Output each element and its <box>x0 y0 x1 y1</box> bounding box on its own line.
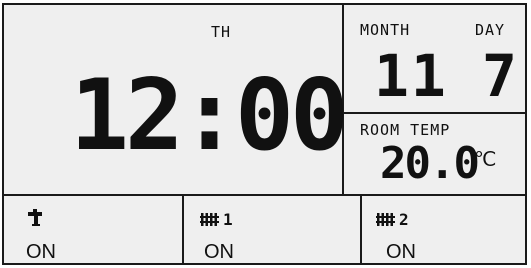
weekday-label: TH <box>211 23 232 41</box>
divider-bottom-1 <box>182 194 184 265</box>
zone-number-2: 2 <box>399 210 410 229</box>
divider-horizontal-bottom <box>4 194 527 196</box>
radiator-icon <box>200 211 222 227</box>
day-value: 7 <box>482 42 517 110</box>
month-label: MONTH <box>360 21 411 39</box>
faucet-icon <box>26 209 46 227</box>
month-value: 11 <box>374 42 448 110</box>
zone-number-1: 1 <box>223 210 234 229</box>
zone-status-hot-water: ON <box>26 241 56 263</box>
room-temp-label: ROOM TEMP <box>360 121 451 139</box>
room-temp-value: 20.0 <box>380 138 480 189</box>
temp-unit: ℃ <box>474 147 497 171</box>
lcd-display: TH 12:00 MONTH DAY 11 7 ROOM TEMP 20.0 ℃… <box>2 3 527 265</box>
radiator-icon <box>376 211 398 227</box>
zone-status-radiator-1: ON <box>204 241 234 263</box>
zone-status-radiator-2: ON <box>386 241 416 263</box>
clock-time: 12:00 <box>70 59 349 173</box>
divider-bottom-2 <box>360 194 362 265</box>
divider-horizontal-right <box>342 112 527 114</box>
day-label: DAY <box>475 21 506 39</box>
